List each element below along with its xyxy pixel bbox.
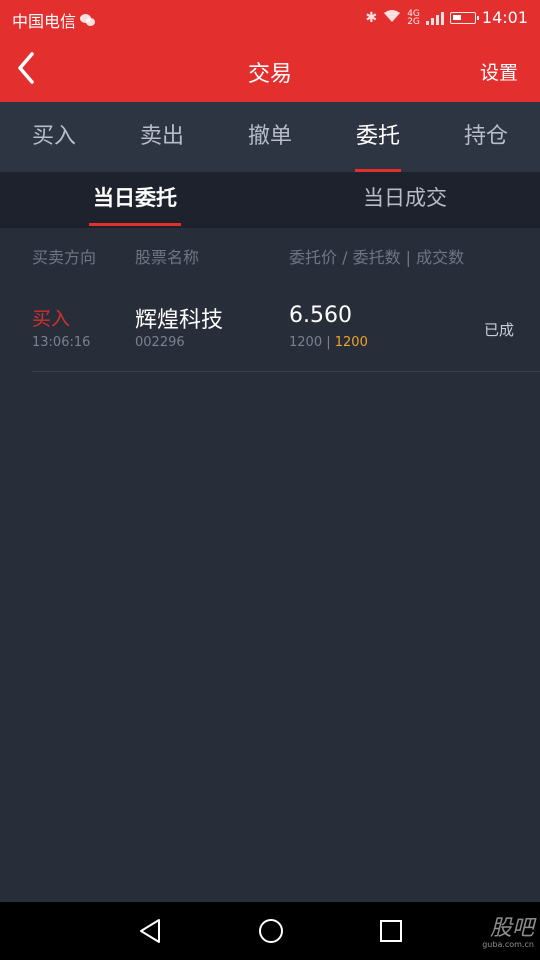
watermark: 股吧 guba.com.cn [482, 910, 534, 949]
order-time: 13:06:16 [32, 335, 91, 350]
page-title: 交易 [247, 62, 292, 87]
main-tab-bar: 买入 卖出 撤单 委托 持仓 [0, 102, 540, 172]
wechat-notification-icon [80, 13, 96, 27]
order-price: 6.560 [289, 303, 352, 328]
watermark-logo: 股吧 [489, 916, 534, 941]
order-direction: 买入 [32, 308, 71, 330]
nav-recents-button[interactable] [376, 916, 406, 946]
status-bar: 中国电信 ✱ 4G 2G 14:01 [0, 0, 540, 36]
tab-buy[interactable]: 买入 [0, 102, 108, 172]
square-recents-icon [380, 920, 402, 942]
tab-positions[interactable]: 持仓 [432, 102, 540, 172]
settings-button[interactable]: 设置 [480, 58, 518, 85]
tab-sell[interactable]: 卖出 [108, 102, 216, 172]
triangle-back-icon [140, 919, 160, 943]
tab-orders[interactable]: 委托 [324, 102, 432, 172]
bluetooth-icon: ✱ [365, 9, 378, 26]
order-quantity-line: 1200 | 1200 [289, 335, 368, 350]
table-row[interactable]: 买入 13:06:16 辉煌科技 002296 6.560 1200 | 120… [0, 280, 540, 372]
carrier-label: 中国电信 [12, 12, 77, 31]
column-header-direction: 买卖方向 [32, 248, 97, 267]
column-header-name: 股票名称 [135, 248, 200, 267]
stock-code: 002296 [135, 335, 185, 350]
sub-tab-bar: 当日委托 当日成交 [0, 172, 540, 228]
column-header-price-qty: 委托价 / 委托数 | 成交数 [289, 248, 465, 267]
quantity-separator: | [322, 335, 335, 350]
order-quantity: 1200 [289, 335, 323, 350]
tab-cancel-order[interactable]: 撤单 [216, 102, 324, 172]
system-navigation-bar: 股吧 guba.com.cn [0, 902, 540, 960]
nav-home-button[interactable] [256, 916, 286, 946]
nav-back-button[interactable] [136, 916, 166, 946]
tab-today-trades[interactable]: 当日成交 [270, 172, 540, 228]
tab-today-orders[interactable]: 当日委托 [0, 172, 270, 228]
battery-icon [449, 11, 479, 24]
circle-home-icon [259, 919, 283, 943]
watermark-url: guba.com.cn [482, 940, 534, 949]
filled-quantity: 1200 [334, 335, 368, 350]
signal-icon [425, 11, 444, 25]
stock-name: 辉煌科技 [135, 308, 224, 333]
app-header: 交易 设置 [0, 36, 540, 102]
clock: 14:01 [481, 8, 528, 27]
wifi-icon [383, 8, 401, 27]
order-status: 已成 [483, 321, 514, 339]
table-header: 买卖方向 股票名称 委托价 / 委托数 | 成交数 [0, 228, 540, 280]
network-type-label: 4G 2G [407, 8, 420, 27]
row-divider [32, 371, 540, 372]
